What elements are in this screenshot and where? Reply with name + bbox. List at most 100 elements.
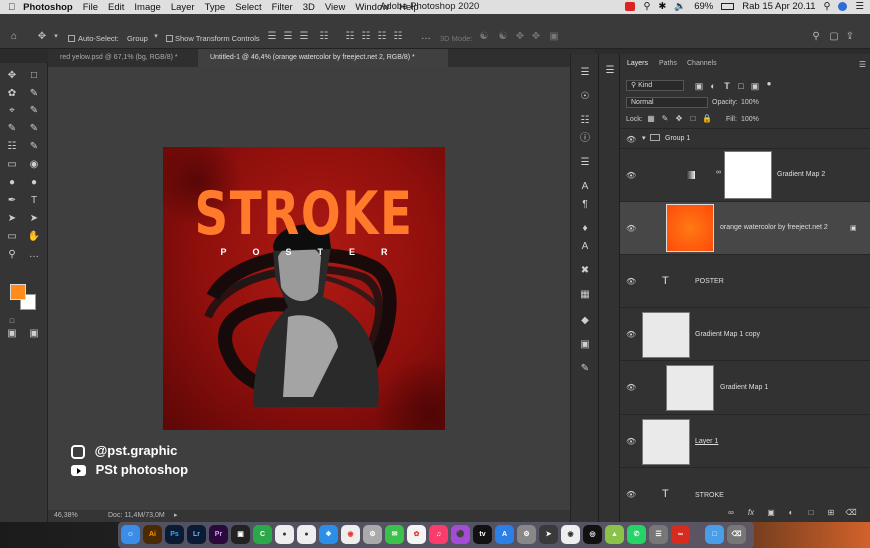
photoshop-icon[interactable]: Ps: [165, 525, 184, 544]
search-icon[interactable]: ⚲: [810, 31, 822, 43]
share-icon[interactable]: ⇪: [844, 31, 856, 43]
panel-options-icon[interactable]: ☰: [603, 64, 617, 78]
eye-icon[interactable]: 👁: [626, 171, 636, 180]
brush-settings-icon[interactable]: ✎: [578, 362, 592, 376]
app-icon[interactable]: ➤: [539, 525, 558, 544]
volume-icon[interactable]: 🔉: [674, 1, 686, 12]
poster-artboard[interactable]: STROKE POSTER: [163, 147, 445, 430]
more-tools-icon[interactable]: …: [27, 248, 41, 262]
path-select-icon[interactable]: ➤: [5, 212, 19, 226]
app-icon[interactable]: ●: [297, 525, 316, 544]
tab-layers[interactable]: Layers: [627, 60, 648, 67]
eye-icon[interactable]: 👁: [626, 277, 636, 286]
distribute-center-icon[interactable]: ☷: [360, 31, 372, 43]
healing-brush-icon[interactable]: ✎: [5, 122, 19, 136]
menu-3d[interactable]: 3D: [303, 2, 315, 13]
menu-select[interactable]: Select: [235, 2, 261, 13]
blend-mode-dropdown[interactable]: Normal: [626, 97, 708, 108]
whatsapp-icon[interactable]: ✆: [627, 525, 646, 544]
swatches-icon[interactable]: ▦: [578, 288, 592, 302]
lock-all-icon[interactable]: 🔒: [700, 112, 714, 126]
3d-camera-icon[interactable]: ▣: [548, 31, 560, 43]
fx-icon[interactable]: fx: [744, 506, 758, 520]
glyphs-icon[interactable]: ♦: [578, 222, 592, 236]
zoom-level[interactable]: 46,38%: [54, 512, 78, 519]
layer-row-layer-1[interactable]: 👁 Layer 1: [620, 414, 870, 467]
apple-icon[interactable]: : [8, 2, 15, 13]
menu-image[interactable]: Image: [134, 2, 160, 13]
eraser-icon[interactable]: ▭: [5, 158, 19, 172]
adjustment-icon[interactable]: ◐: [784, 506, 798, 520]
move-tool-icon[interactable]: ✥: [5, 69, 19, 83]
tab-red-yelow[interactable]: red yelow.psd @ 67,1% (bg, RGB/8) *: [48, 49, 198, 67]
filter-smart-icon[interactable]: ▣: [748, 79, 762, 93]
align-center-icon[interactable]: ☰: [282, 31, 294, 43]
wifi-icon[interactable]: ⚲: [643, 1, 650, 12]
lock-artboard-icon[interactable]: □: [686, 112, 700, 126]
chevron-down-icon[interactable]: ▾: [150, 31, 162, 43]
distribute-left-icon[interactable]: ☷: [392, 31, 404, 43]
distribute-icon[interactable]: ☷: [344, 31, 356, 43]
trash-icon[interactable]: ⌫: [844, 506, 858, 520]
auto-select-checkbox[interactable]: [68, 33, 75, 42]
layer-row-group[interactable]: 👁 ▾ Group 1: [620, 128, 870, 148]
new-layer-icon[interactable]: ⊞: [824, 506, 838, 520]
eye-icon[interactable]: 👁: [626, 383, 636, 392]
hand-tool-icon[interactable]: ✋: [27, 230, 41, 244]
folder-icon[interactable]: □: [705, 525, 724, 544]
show-transform-checkbox[interactable]: [166, 33, 173, 42]
eye-icon[interactable]: 👁: [626, 490, 636, 499]
bluetooth-icon[interactable]: ✱: [658, 1, 666, 12]
quick-select-icon[interactable]: ✎: [27, 87, 41, 101]
music-icon[interactable]: ♫: [429, 525, 448, 544]
direct-select-icon[interactable]: ➤: [27, 212, 41, 226]
filter-kind-dropdown[interactable]: ⚲ Kind: [626, 80, 684, 91]
filter-shape-icon[interactable]: □: [734, 79, 748, 93]
blur-tool-icon[interactable]: ●: [5, 176, 19, 190]
align-right-icon[interactable]: ☰: [298, 31, 310, 43]
workspace-icon[interactable]: ▢: [828, 31, 840, 43]
more-options-icon[interactable]: …: [420, 31, 432, 43]
eye-icon[interactable]: 👁: [626, 330, 636, 339]
move-tool-icon[interactable]: ✥: [36, 31, 48, 43]
panel-menu-icon[interactable]: ☰: [859, 60, 866, 69]
styles-icon[interactable]: A: [578, 240, 592, 254]
brush-tool-icon[interactable]: ✎: [27, 122, 41, 136]
app-icon[interactable]: ●: [275, 525, 294, 544]
doc-size[interactable]: Doc: 11,4M/73,0M: [108, 512, 165, 519]
color-icon[interactable]: ◆: [578, 314, 592, 328]
menu-view[interactable]: View: [325, 2, 345, 13]
appletv-icon[interactable]: tv: [473, 525, 492, 544]
chevron-down-icon[interactable]: ▾: [50, 31, 62, 43]
eye-icon[interactable]: 👁: [626, 437, 636, 446]
history-icon[interactable]: ▣: [578, 338, 592, 352]
photos-icon[interactable]: ✿: [407, 525, 426, 544]
align-top-icon[interactable]: ☷: [318, 31, 330, 43]
lightbulb-icon[interactable]: ☉: [578, 90, 592, 104]
clone-stamp-icon[interactable]: ☷: [5, 140, 19, 154]
libraries-icon[interactable]: ☷: [578, 114, 592, 128]
app-icon[interactable]: ☰: [649, 525, 668, 544]
app-icon[interactable]: ⚙: [363, 525, 382, 544]
menu-edit[interactable]: Edit: [108, 2, 124, 13]
zoom-tool-icon[interactable]: ⚲: [5, 248, 19, 262]
user-avatar-icon[interactable]: [838, 2, 848, 11]
crop-tool-icon[interactable]: ⌖: [5, 104, 19, 118]
layer-thumbnail[interactable]: [642, 312, 690, 358]
lasso-tool-icon[interactable]: ✿: [5, 87, 19, 101]
menu-layer[interactable]: Layer: [171, 2, 195, 13]
3d-roll-icon[interactable]: ☯: [497, 31, 509, 43]
3d-pan-icon[interactable]: ✥: [514, 31, 526, 43]
opacity-value[interactable]: 100%: [741, 99, 759, 106]
menu-file[interactable]: File: [83, 2, 98, 13]
foreground-color-swatch[interactable]: [10, 284, 26, 300]
marquee-tool-icon[interactable]: □: [27, 69, 41, 83]
status-arrow-icon[interactable]: ▸: [174, 511, 178, 519]
lock-pixels-icon[interactable]: ✎: [658, 112, 672, 126]
battery-percent[interactable]: 69%: [694, 1, 713, 12]
app-icon[interactable]: ◉: [561, 525, 580, 544]
filter-type-icon[interactable]: T: [720, 79, 734, 93]
app-icon[interactable]: ▣: [231, 525, 250, 544]
record-icon[interactable]: [625, 2, 636, 11]
tab-untitled-1[interactable]: Untitled-1 @ 46,4% (orange watercolor by…: [198, 49, 448, 67]
